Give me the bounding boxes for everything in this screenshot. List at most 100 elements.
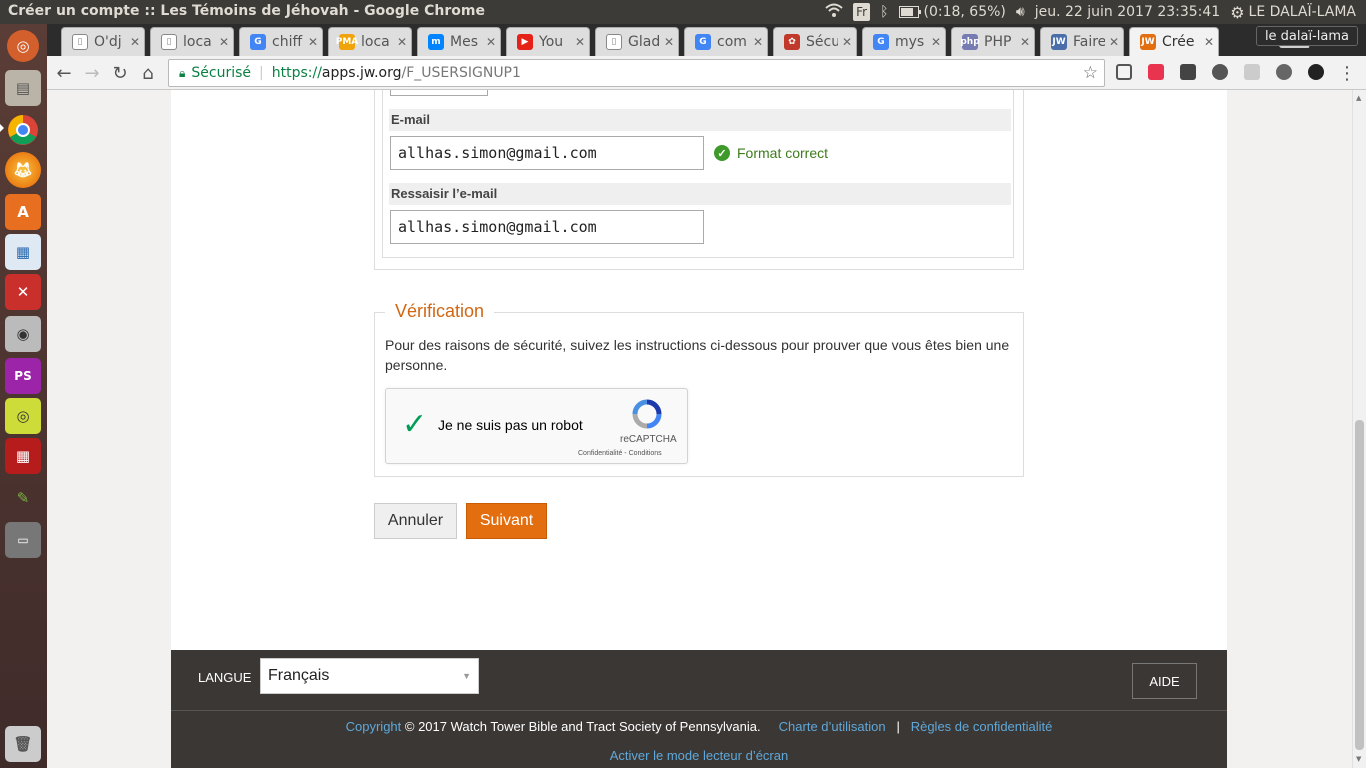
home-icon[interactable]: ⌂: [137, 62, 159, 84]
tab-close-icon[interactable]: ✕: [1105, 35, 1123, 49]
page-content: E-mail allhas.simon@gmail.com ✓ Format c…: [171, 90, 1227, 650]
captcha-checkmark-icon[interactable]: ✓: [402, 407, 427, 442]
email-field[interactable]: allhas.simon@gmail.com: [390, 136, 704, 170]
bluetooth-icon[interactable]: ᛒ: [880, 4, 888, 20]
privacy-link[interactable]: Règles de confidentialité: [911, 719, 1053, 734]
browser-tab[interactable]: ✿ Sécu ✕: [773, 27, 857, 56]
tab-close-icon[interactable]: ✕: [1200, 35, 1218, 49]
tab-strip: ▯ O'dj ✕ ▯ loca ✕ Gchiff ✕ PMA loca ✕ m Mes ✕ ▶ You ✕ ▯ Gl…: [47, 24, 1366, 56]
tab-label: mys: [895, 34, 925, 50]
profile-button[interactable]: le dalaï-lama: [1255, 26, 1358, 46]
vertical-scrollbar[interactable]: ▲ ▼: [1352, 90, 1366, 768]
tab-close-icon[interactable]: ✕: [749, 35, 767, 49]
color-picker-icon[interactable]: ✎: [5, 480, 41, 516]
tab-label: loca: [183, 34, 212, 50]
address-bar[interactable]: 🔒︎ Sécurisé | https:// apps.jw.org /F_US…: [168, 59, 1105, 87]
tab-close-icon[interactable]: ✕: [838, 35, 856, 49]
bookmark-star-icon[interactable]: ☆: [1083, 63, 1098, 83]
wifi-icon[interactable]: [825, 2, 843, 22]
tab-close-icon[interactable]: ✕: [927, 35, 945, 49]
download-extension-icon[interactable]: [1180, 64, 1196, 80]
language-select[interactable]: Français ▼: [260, 658, 479, 694]
pocket-extension-icon[interactable]: [1148, 64, 1164, 80]
tab-close-icon[interactable]: ✕: [215, 35, 233, 49]
browser-tab[interactable]: ▯ loca ✕: [150, 27, 234, 56]
cancel-button[interactable]: Annuler: [374, 503, 457, 539]
lock-icon[interactable]: 🔒︎: [179, 66, 185, 81]
tab-label: Faire: [1073, 34, 1105, 50]
tab-close-icon[interactable]: ✕: [482, 35, 500, 49]
window-icon[interactable]: ▭: [5, 522, 41, 558]
workspaces-icon[interactable]: ▦: [5, 438, 41, 474]
scrollbar-thumb[interactable]: [1355, 420, 1364, 750]
next-button[interactable]: Suivant: [466, 503, 547, 539]
tab-close-icon[interactable]: ✕: [393, 35, 411, 49]
browser-tab[interactable]: ▯ O'dj ✕: [61, 27, 145, 56]
browser-tab[interactable]: PMA loca ✕: [328, 27, 412, 56]
page-viewport: E-mail allhas.simon@gmail.com ✓ Format c…: [47, 90, 1352, 768]
copyright-link[interactable]: Copyright: [346, 719, 402, 734]
globe-extension-icon[interactable]: [1212, 64, 1228, 80]
terms-link[interactable]: Charte d’utilisation: [779, 719, 886, 734]
software-center-icon[interactable]: A: [5, 194, 41, 230]
chromecast-extension-icon[interactable]: [1308, 64, 1324, 80]
tab-close-icon[interactable]: ✕: [1016, 35, 1034, 49]
session-menu[interactable]: ⚙ LE DALAÏ-LAMA: [1230, 3, 1356, 22]
menu-icon[interactable]: ⋮: [1336, 62, 1358, 84]
chrome-icon[interactable]: [5, 112, 41, 148]
screenshot-icon[interactable]: ◉: [5, 316, 41, 352]
browser-tab[interactable]: JW Faire ✕: [1040, 27, 1124, 56]
tab-favicon-icon: ✿: [784, 34, 800, 50]
tab-close-icon[interactable]: ✕: [304, 35, 322, 49]
screen-reader-mode-link[interactable]: Activer le mode lecteur d’écran: [610, 748, 788, 763]
forward-icon[interactable]: →: [81, 62, 103, 84]
browser-tab[interactable]: ▶ You ✕: [506, 27, 590, 56]
previous-field-input[interactable]: [390, 90, 488, 96]
system-settings-icon[interactable]: ✕: [5, 274, 41, 310]
ubuntu-dash-icon[interactable]: ◎: [7, 30, 39, 62]
recaptcha-widget[interactable]: ✓ Je ne suis pas un robot reCAPTCHA Conf…: [385, 388, 688, 464]
browser-tab[interactable]: ▯ Glad ✕: [595, 27, 679, 56]
tab-close-icon[interactable]: ✕: [660, 35, 678, 49]
tab-favicon-icon: G: [250, 34, 266, 50]
webcam-icon[interactable]: ◎: [5, 398, 41, 434]
battery-icon: [898, 6, 921, 18]
help-button[interactable]: AIDE: [1132, 663, 1197, 699]
trash-icon[interactable]: 🗑︎: [5, 726, 41, 762]
recaptcha-terms-link[interactable]: Confidentialité - Conditions: [578, 450, 662, 457]
battery-text: (0:18, 65%): [923, 4, 1006, 20]
scroll-up-icon[interactable]: ▲: [1356, 94, 1361, 102]
browser-tab[interactable]: m Mes ✕: [417, 27, 501, 56]
files-icon[interactable]: ▤: [5, 70, 41, 106]
tab-label: com: [717, 34, 747, 50]
document-viewer-icon[interactable]: ▦: [5, 234, 41, 270]
omnibox-divider: |: [259, 65, 264, 81]
clock[interactable]: jeu. 22 juin 2017 23:35:41: [1035, 4, 1220, 20]
firefox-icon[interactable]: 🦊︎: [5, 152, 41, 188]
back-icon[interactable]: ←: [53, 62, 75, 84]
tab-label: Glad: [628, 34, 660, 50]
tab-close-icon[interactable]: ✕: [126, 35, 144, 49]
browser-tab[interactable]: JW Crée ✕: [1129, 27, 1219, 56]
cast-icon[interactable]: [1116, 64, 1132, 80]
reader-mode-line: Activer le mode lecteur d’écran: [171, 748, 1227, 763]
keyboard-layout-indicator[interactable]: Fr: [853, 3, 871, 21]
email-confirm-label: Ressaisir l’e-mail: [389, 183, 1011, 205]
battery-indicator[interactable]: (0:18, 65%): [898, 4, 1006, 20]
user-name: LE DALAÏ-LAMA: [1248, 4, 1356, 20]
browser-tab[interactable]: Gcom ✕: [684, 27, 768, 56]
captcha-label: Je ne suis pas un robot: [438, 417, 583, 433]
language-label: LANGUE: [198, 670, 252, 685]
copyright-text: © 2017 Watch Tower Bible and Tract Socie…: [404, 719, 761, 734]
browser-tab[interactable]: Gmys ✕: [862, 27, 946, 56]
tab-close-icon[interactable]: ✕: [571, 35, 589, 49]
email-confirm-field[interactable]: allhas.simon@gmail.com: [390, 210, 704, 244]
reload-icon[interactable]: ↻: [109, 62, 131, 84]
extension-icon[interactable]: [1244, 64, 1260, 80]
scroll-down-icon[interactable]: ▼: [1356, 755, 1361, 763]
browser-tab[interactable]: php PHP ✕: [951, 27, 1035, 56]
volume-icon[interactable]: 🔊︎: [1016, 4, 1025, 20]
spy-extension-icon[interactable]: [1276, 64, 1292, 80]
phpstorm-icon[interactable]: PS: [5, 358, 41, 394]
browser-tab[interactable]: Gchiff ✕: [239, 27, 323, 56]
